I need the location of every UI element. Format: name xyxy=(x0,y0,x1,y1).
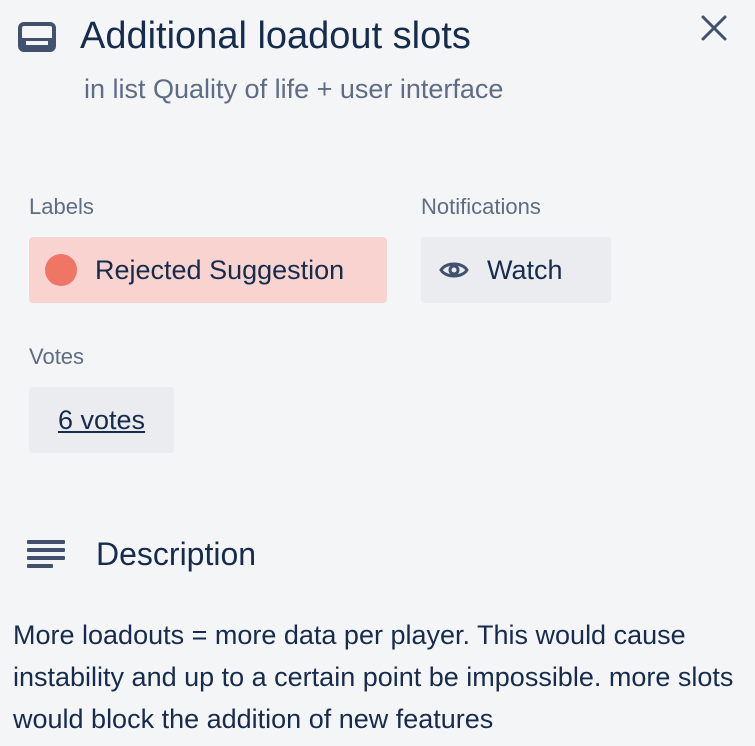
description-heading: Description xyxy=(96,536,257,572)
labels-heading: Labels xyxy=(29,194,94,219)
label-color-dot xyxy=(45,254,77,286)
description-lines-icon xyxy=(27,540,65,568)
label-text: Rejected Suggestion xyxy=(95,254,345,285)
card-icon xyxy=(18,22,56,52)
eye-icon xyxy=(439,262,469,278)
votes-heading: Votes xyxy=(29,344,85,369)
close-icon xyxy=(701,15,727,41)
votes-count-label: 6 votes xyxy=(57,404,146,435)
card-list-line: in list Quality of life + user interface xyxy=(84,74,504,104)
watch-label: Watch xyxy=(487,254,563,285)
label-rejected-suggestion[interactable]: Rejected Suggestion xyxy=(29,237,387,303)
watch-button[interactable]: Watch xyxy=(421,237,611,303)
description-body[interactable]: More loadouts = more data per player. Th… xyxy=(13,614,748,740)
notifications-heading: Notifications xyxy=(421,194,541,219)
card-title[interactable]: Additional loadout slots xyxy=(80,12,471,60)
votes-button[interactable]: 6 votes xyxy=(29,387,174,453)
close-button[interactable] xyxy=(696,10,732,46)
